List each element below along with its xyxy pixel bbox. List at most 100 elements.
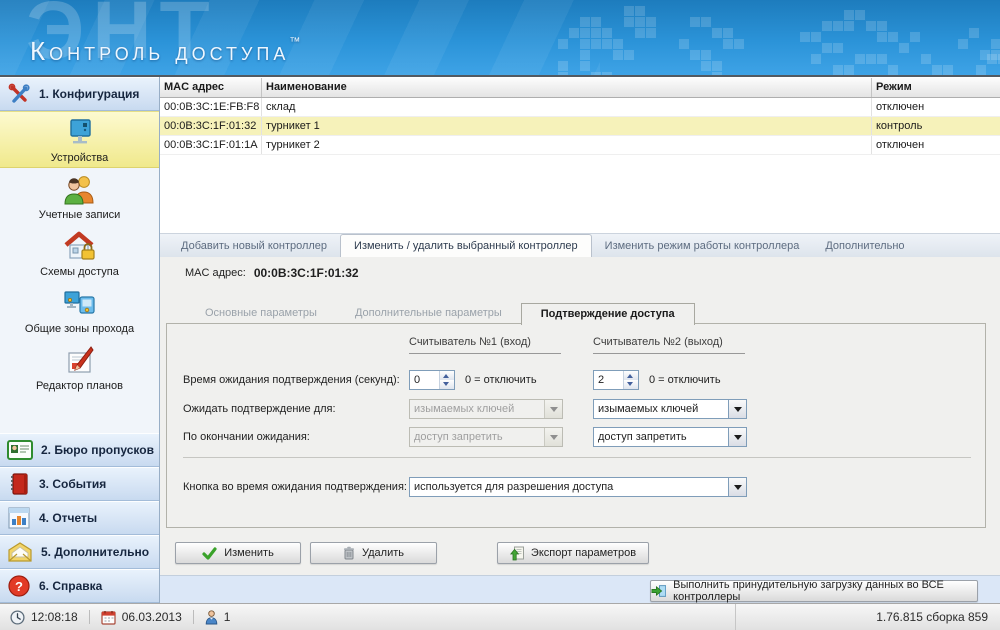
status-user-count-value: 1 xyxy=(223,610,231,624)
sidebar-section-label: 5. Дополнительно xyxy=(41,545,150,559)
dropdown-value: доступ запретить xyxy=(414,431,503,443)
column-header-name[interactable]: Наименование xyxy=(262,78,872,97)
delete-button[interactable]: Удалить xyxy=(310,542,437,564)
sidebar-item-devices[interactable]: Устройства xyxy=(0,111,159,168)
dropdown-value: изымаемых ключей xyxy=(414,403,515,415)
confirm-for-reader2-dropdown[interactable]: изымаемых ключей xyxy=(593,399,747,419)
status-date: 06.03.2013 xyxy=(101,610,182,625)
table-row[interactable]: 00:0B:3C:1E:FB:F8 склад отключен xyxy=(160,98,1000,117)
tab-additional[interactable]: Дополнительно xyxy=(812,236,917,257)
reader1-header: Считыватель №1 (вход) xyxy=(409,336,561,354)
spinner-value: 0 xyxy=(414,374,421,386)
access-control-app: ЭНТ Контроль доступа™ 1. Конфигурация Ус… xyxy=(0,0,1000,630)
controllers-table: MAC адрес Наименование Режим 00:0B:3C:1E… xyxy=(160,78,1000,155)
edit-button-label: Изменить xyxy=(224,547,274,559)
reader2-header: Считыватель №2 (выход) xyxy=(593,336,745,354)
dropdown-button[interactable] xyxy=(728,400,746,418)
column-header-mode[interactable]: Режим xyxy=(872,78,1000,97)
after-timeout-reader2-dropdown[interactable]: доступ запретить xyxy=(593,427,747,447)
export-parameters-button[interactable]: Экспорт параметров xyxy=(497,542,649,564)
button-mode-dropdown[interactable]: используется для разрешения доступа xyxy=(409,477,747,497)
force-load-strip: Выполнить принудительную загрузку данных… xyxy=(160,575,1000,603)
plan-editor-icon xyxy=(62,343,98,379)
cell-mode: отключен xyxy=(876,139,925,151)
force-load-icon xyxy=(651,585,667,597)
wait-time-reader2-spinner[interactable]: 2 xyxy=(593,370,639,390)
confirm-for-reader1-dropdown: изымаемых ключей xyxy=(409,399,563,419)
sidebar-filler xyxy=(0,396,159,433)
cell-name: склад xyxy=(262,98,872,116)
sidebar-item-label: Общие зоны прохода xyxy=(24,323,135,335)
wait-time-hint-reader2: 0 = отключить xyxy=(649,374,721,386)
sidebar-section-pass-office[interactable]: 2. Бюро пропусков xyxy=(0,433,159,467)
svg-text:?: ? xyxy=(15,579,23,594)
status-bar: 12:08:18 06.03.2013 1 1.76.815 сборка 85… xyxy=(0,603,1000,630)
dropdown-button[interactable] xyxy=(728,428,746,446)
sidebar-section-label: 4. Отчеты xyxy=(39,511,98,525)
tab-basic-parameters[interactable]: Основные параметры xyxy=(186,303,336,323)
trademark-sign: ™ xyxy=(289,36,301,48)
cell-mode: отключен xyxy=(876,101,925,113)
sidebar-item-label: Редактор планов xyxy=(36,380,123,392)
dropdown-arrow-icon xyxy=(733,406,742,412)
force-load-button[interactable]: Выполнить принудительную загрузку данных… xyxy=(650,579,978,603)
sidebar-section-configuration[interactable]: 1. Конфигурация xyxy=(0,77,159,111)
delete-trash-icon xyxy=(344,546,354,560)
status-panel-separator xyxy=(735,604,737,630)
dropdown-arrow-icon xyxy=(733,484,742,490)
sidebar-item-label: Схемы доступа xyxy=(40,266,119,278)
sidebar-item-common-zones[interactable]: Общие зоны прохода xyxy=(0,282,159,339)
sidebar-section-help[interactable]: ? 6. Справка xyxy=(0,569,159,603)
access-schemes-icon xyxy=(62,229,98,265)
table-row[interactable]: 00:0B:3C:1F:01:1A турникет 2 отключен xyxy=(160,136,1000,155)
tab-additional-parameters[interactable]: Дополнительные параметры xyxy=(336,303,521,323)
sidebar-item-plan-editor[interactable]: Редактор планов xyxy=(0,339,159,396)
spinner-down-icon[interactable] xyxy=(624,380,638,389)
spinner-down-icon[interactable] xyxy=(440,380,454,389)
spinner-up-icon[interactable] xyxy=(440,371,454,380)
pixel-map-decoration xyxy=(958,28,968,38)
dropdown-button[interactable] xyxy=(728,478,746,496)
tab-change-mode[interactable]: Изменить режим работы контроллера xyxy=(592,236,813,257)
tab-edit-delete-controller[interactable]: Изменить / удалить выбранный контроллер xyxy=(340,234,592,257)
clock-icon xyxy=(10,609,25,625)
status-version: 1.76.815 сборка 859 xyxy=(876,610,988,624)
help-icon: ? xyxy=(7,574,31,598)
sidebar-section-reports[interactable]: 4. Отчеты xyxy=(0,501,159,535)
sidebar-item-accounts[interactable]: Учетные записи xyxy=(0,168,159,225)
dropdown-value: доступ запретить xyxy=(598,431,687,443)
edit-button[interactable]: Изменить xyxy=(175,542,301,564)
app-header: ЭНТ Контроль доступа™ xyxy=(0,0,1000,77)
wait-time-reader1-spinner[interactable]: 0 xyxy=(409,370,455,390)
controller-tabstrip: Добавить новый контроллер Изменить / уда… xyxy=(160,233,1000,257)
tab-add-controller[interactable]: Добавить новый контроллер xyxy=(168,236,340,257)
table-row-selected[interactable]: 00:0B:3C:1F:01:32 турникет 1 контроль xyxy=(160,117,1000,136)
button-mode-label: Кнопка во время ожидания подтверждения: xyxy=(183,481,407,493)
cell-mac: 00:0B:3C:1F:01:32 xyxy=(160,117,262,135)
app-logo-text: Контроль доступа xyxy=(30,36,290,66)
export-icon xyxy=(509,546,524,560)
cell-name: турникет 2 xyxy=(262,136,872,154)
sidebar-item-label: Учетные записи xyxy=(38,209,121,221)
dropdown-button xyxy=(544,400,562,418)
sidebar-section-label: 3. События xyxy=(39,477,107,491)
tab-access-confirmation[interactable]: Подтверждение доступа xyxy=(520,303,695,325)
mac-address-value: 00:0B:3C:1F:01:32 xyxy=(253,266,359,280)
events-book-icon xyxy=(7,472,31,496)
dropdown-arrow-icon xyxy=(549,406,558,412)
extra-envelope-icon xyxy=(7,541,33,563)
sidebar-item-access-schemes[interactable]: Схемы доступа xyxy=(0,225,159,282)
sidebar-section-events[interactable]: 3. События xyxy=(0,467,159,501)
mac-address-line: MAC адрес: 00:0B:3C:1F:01:32 xyxy=(185,266,359,280)
spinner-up-icon[interactable] xyxy=(624,371,638,380)
pixel-map-decoration xyxy=(558,6,568,16)
user-count-icon xyxy=(205,609,218,624)
column-header-mac[interactable]: MAC адрес xyxy=(160,78,262,97)
sidebar: 1. Конфигурация Устройства Учетные запис… xyxy=(0,77,160,603)
main-content: MAC адрес Наименование Режим 00:0B:3C:1E… xyxy=(160,77,1000,603)
sidebar-section-label: 1. Конфигурация xyxy=(39,87,140,101)
device-monitor-icon xyxy=(63,115,97,151)
sidebar-section-additional[interactable]: 5. Дополнительно xyxy=(0,535,159,569)
wait-time-label: Время ожидания подтверждения (секунд): xyxy=(183,374,400,386)
sidebar-section-label: 6. Справка xyxy=(39,579,103,593)
